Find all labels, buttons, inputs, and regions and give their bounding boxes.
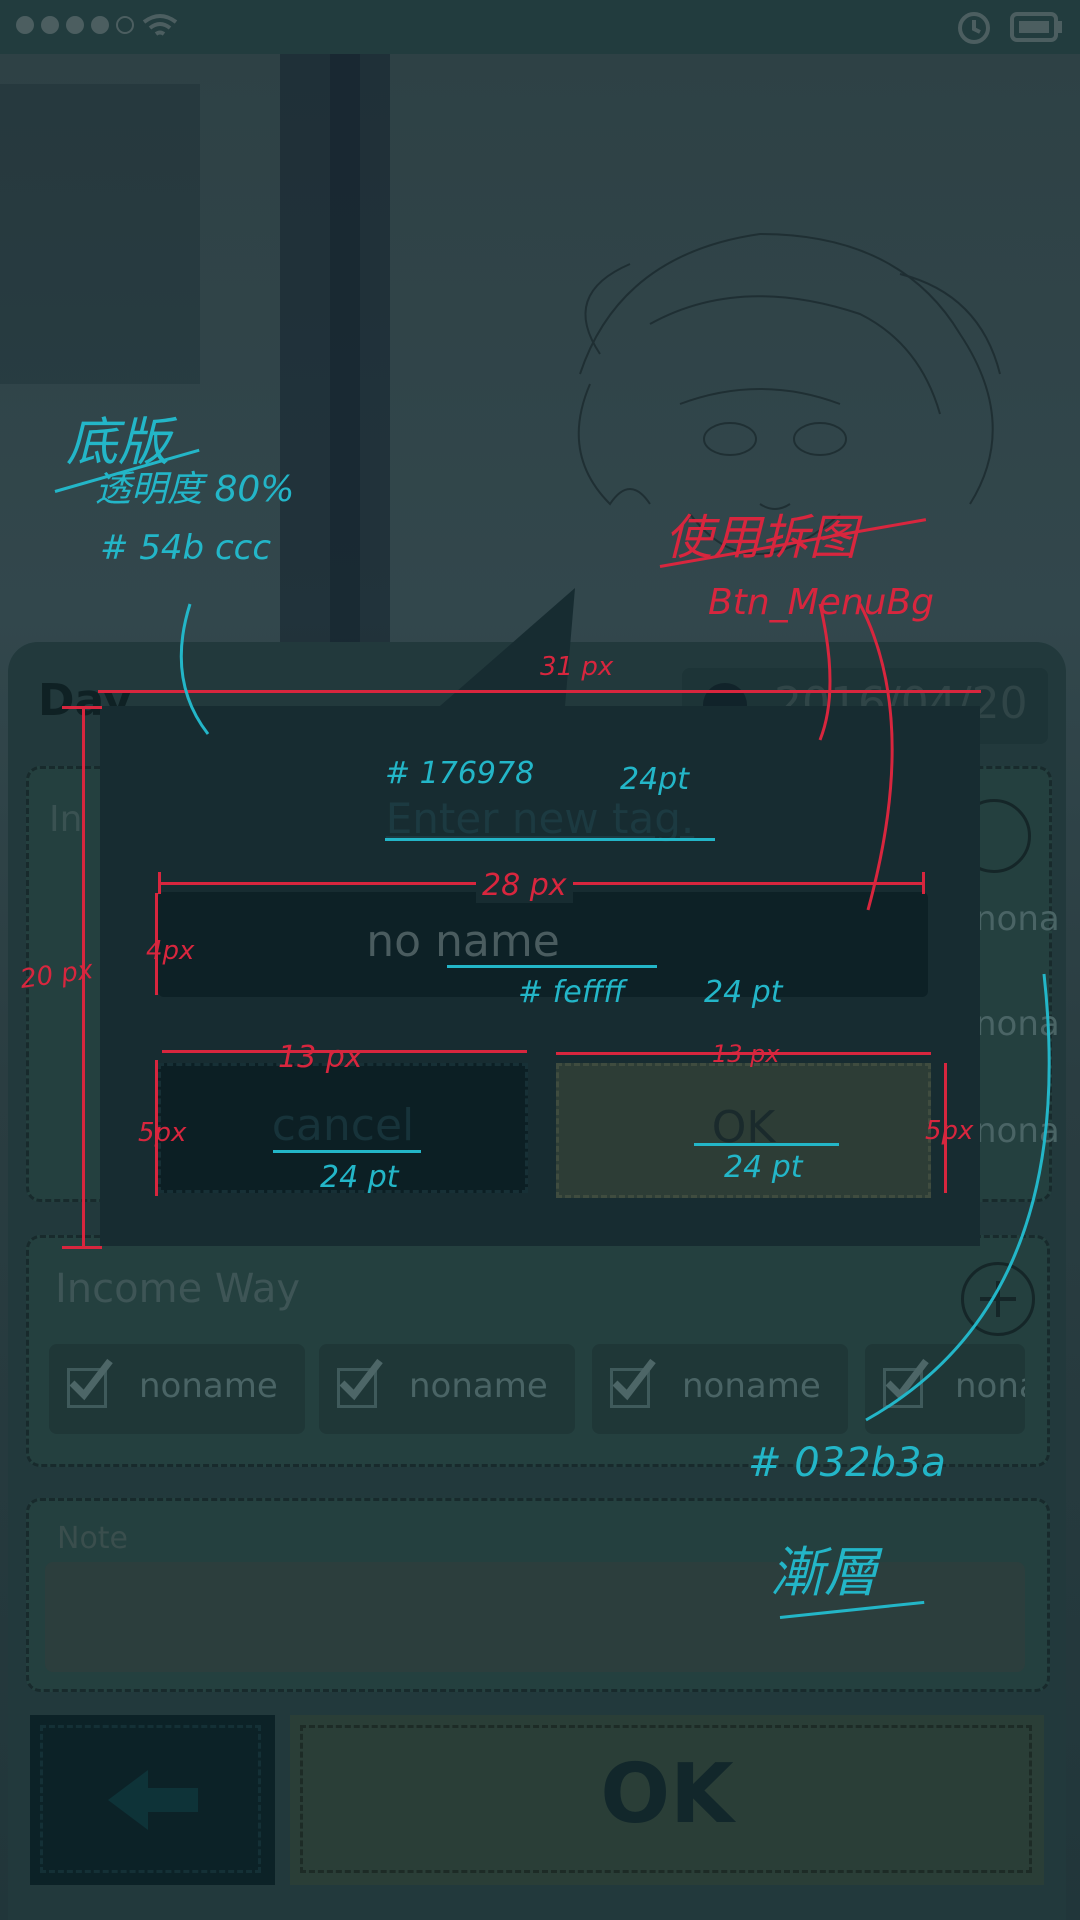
signal-dot-icon xyxy=(116,16,134,34)
section-title: Income Way xyxy=(55,1266,301,1312)
checkbox[interactable] xyxy=(610,1358,656,1408)
signal-dot-icon xyxy=(66,16,84,34)
chip-label: noname xyxy=(139,1366,278,1406)
bottom-ok-label: OK xyxy=(600,1747,734,1842)
annotation-text: Btn_MenuBg xyxy=(708,582,935,623)
annotation-text: # 54b ccc xyxy=(100,528,272,568)
chip-label: noname xyxy=(409,1366,548,1406)
annotation-text: 13 px xyxy=(712,1040,780,1068)
checkbox[interactable] xyxy=(337,1358,383,1408)
annotation-text: 使用拆图 xyxy=(665,510,858,566)
signal-dot-icon xyxy=(16,16,34,34)
annotation-text: 5px xyxy=(138,1118,187,1148)
back-button[interactable] xyxy=(30,1715,275,1885)
check-icon xyxy=(612,1358,656,1401)
sync-icon xyxy=(958,12,990,44)
signal-dot-icon xyxy=(91,16,109,34)
annotation-text: 24 pt xyxy=(724,1150,803,1185)
annotation-text: 5px xyxy=(925,1116,974,1146)
signal-dot-icon xyxy=(41,16,59,34)
annotation-text: 13 px xyxy=(278,1040,363,1075)
note-input[interactable] xyxy=(45,1562,1025,1672)
tag-name-value: no name xyxy=(366,916,560,967)
wifi-icon xyxy=(142,14,178,36)
chip-label: nona xyxy=(975,899,1060,939)
annotation-text: # feffff xyxy=(518,975,625,1010)
check-icon xyxy=(339,1358,383,1401)
annotation-arrow xyxy=(818,603,894,911)
section-title: In xyxy=(49,799,83,840)
income-way-chip[interactable]: noname xyxy=(319,1344,575,1434)
character-sketch xyxy=(577,232,1001,555)
annotation-text: 24pt xyxy=(620,762,689,797)
check-icon xyxy=(69,1358,113,1401)
income-way-chip[interactable]: noname xyxy=(592,1344,848,1434)
annotation-text: # 032b3a xyxy=(748,1440,946,1486)
annotation-text: 28 px xyxy=(476,868,573,903)
annotation-text: # 176978 xyxy=(385,756,535,791)
chip-label: noname xyxy=(682,1366,821,1406)
annotation-text: 24 pt xyxy=(320,1160,399,1195)
bottom-ok-button[interactable]: OK xyxy=(290,1715,1044,1885)
battery-icon xyxy=(1010,12,1062,42)
status-bar xyxy=(0,0,1080,54)
income-way-chip[interactable]: noname xyxy=(49,1344,305,1434)
cancel-label: cancel xyxy=(271,1100,415,1151)
arrow-left-icon xyxy=(108,1770,198,1830)
annotation-text: 透明度 80% xyxy=(95,469,295,510)
checkbox[interactable] xyxy=(67,1358,113,1408)
annotation-text: 漸層 xyxy=(770,1541,878,1604)
annotation-text: 24 pt xyxy=(704,975,783,1010)
section-title: Note xyxy=(57,1521,129,1556)
annotation-text: 31 px xyxy=(540,652,614,682)
annotation-curve xyxy=(179,603,210,735)
annotation-curve xyxy=(865,973,1051,1422)
annotation-text: 4px xyxy=(146,936,195,966)
